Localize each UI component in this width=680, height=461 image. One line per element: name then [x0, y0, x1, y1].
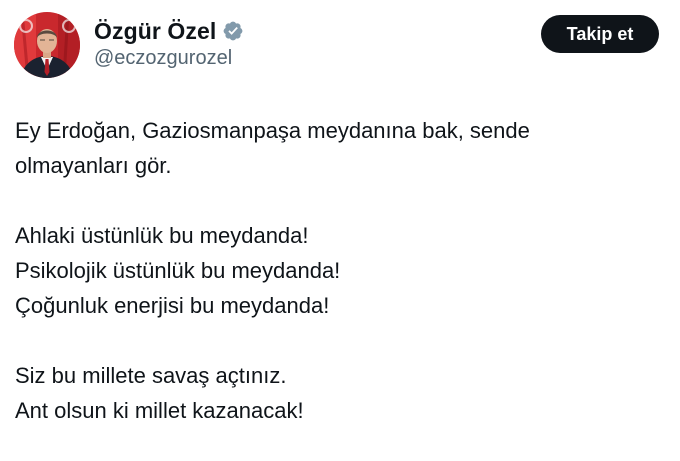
- tweet-line: olmayanları gör.: [15, 153, 172, 178]
- tweet-card: Özgür Özel @eczozgurozel Takip et Ey Erd…: [0, 0, 680, 461]
- verified-badge-icon[interactable]: [222, 20, 244, 42]
- tweet-line: Siz bu millete savaş açtınız.: [15, 363, 287, 388]
- follow-button[interactable]: Takip et: [541, 15, 659, 53]
- tweet-text: Ey Erdoğan, Gaziosmanpaşa meydanına bak,…: [15, 113, 665, 428]
- author-handle[interactable]: @eczozgurozel: [94, 47, 232, 70]
- author-name-row: Özgür Özel: [94, 16, 244, 46]
- avatar-image: [14, 12, 80, 78]
- tweet-line: Ey Erdoğan, Gaziosmanpaşa meydanına bak,…: [15, 118, 530, 143]
- tweet-line: Ant olsun ki millet kazanacak!: [15, 398, 304, 423]
- tweet-line: Psikolojik üstünlük bu meydanda!: [15, 258, 341, 283]
- avatar[interactable]: [14, 12, 80, 78]
- tweet-line: Ahlaki üstünlük bu meydanda!: [15, 223, 309, 248]
- tweet-line: Çoğunluk enerjisi bu meydanda!: [15, 293, 330, 318]
- display-name[interactable]: Özgür Özel: [94, 18, 216, 45]
